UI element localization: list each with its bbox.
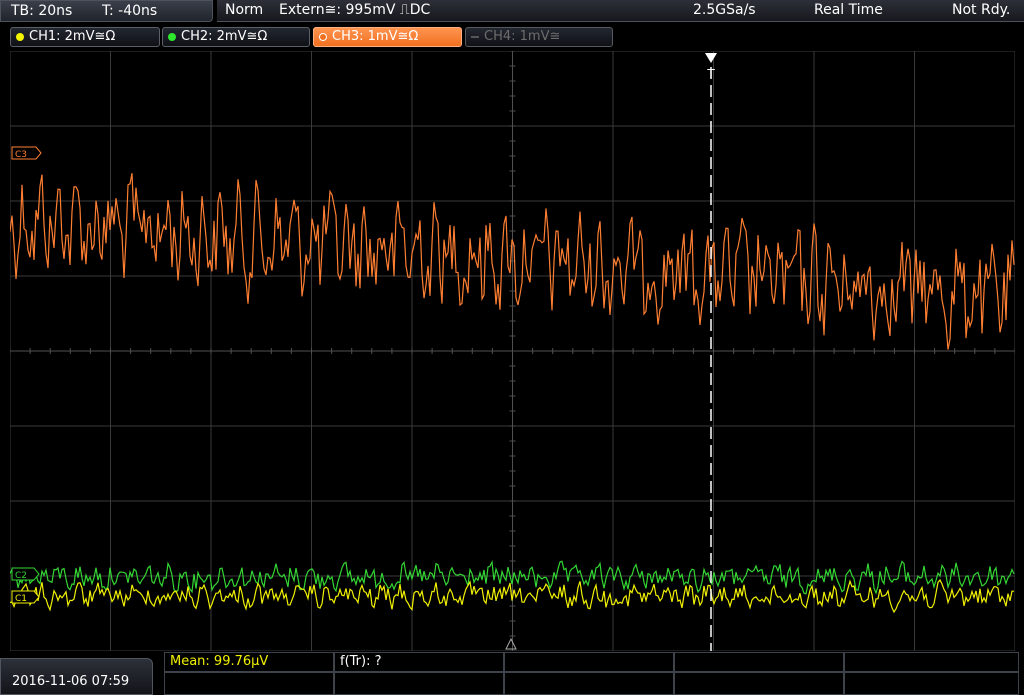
measurement-cell-empty-5[interactable] (334, 672, 504, 695)
status-label: Not Rdy. (952, 2, 1011, 18)
channel-1-button[interactable]: CH1: 2mV≅Ω (10, 27, 160, 47)
measurement-cell-mean[interactable]: Mean: 99.76µV (164, 652, 334, 672)
channel-3-indicator-icon (319, 33, 327, 41)
trigger-source-label: Extern≅: 995mV ⎍DC (279, 2, 431, 18)
bottom-bar: 2016-11-06 07:59 Mean: 99.76µV f(Tr): ? (0, 652, 1024, 695)
channel-3-button[interactable]: CH3: 1mV≅Ω (313, 27, 462, 47)
channel-3-marker-label: C3 (15, 150, 27, 160)
channel-2-indicator-icon (168, 33, 176, 41)
trigger-mode-label: Norm (225, 2, 264, 18)
timebase-label: TB: 20ns (11, 3, 73, 19)
measurement-cell-empty-2[interactable] (674, 652, 844, 672)
mean-measurement: Mean: 99.76µV (170, 654, 269, 669)
channel-1-label: CH1: 2mV≅Ω (29, 29, 116, 44)
measurement-cell-empty-7[interactable] (674, 672, 844, 695)
channel-bar: CH1: 2mV≅Ω CH2: 2mV≅Ω CH3: 1mV≅Ω CH4: 1m… (0, 24, 1024, 50)
channel-4-indicator-icon (471, 36, 479, 38)
datetime-panel[interactable]: 2016-11-06 07:59 (0, 658, 153, 695)
timebase-panel[interactable]: TB: 20ns T: -40ns (0, 0, 213, 22)
top-status-bar: TB: 20ns T: -40ns Norm Extern≅: 995mV ⎍D… (0, 0, 1024, 24)
channel-4-button[interactable]: CH4: 1mV≅ (465, 27, 613, 47)
channel-2-marker-label: C2 (15, 571, 27, 581)
trigger-marker-label: T (706, 67, 715, 81)
waveform-display[interactable]: T C3 C2 C1 (9, 50, 1016, 652)
measurement-table: Mean: 99.76µV f(Tr): ? (164, 652, 1024, 695)
display-mode-label: Real Time (814, 2, 883, 18)
channel-2-offset-marker[interactable]: C2 (11, 567, 40, 581)
trigger-time-label: T: -40ns (102, 3, 158, 19)
sample-rate-label: 2.5GSa/s (693, 2, 756, 18)
acquisition-panel[interactable]: Norm Extern≅: 995mV ⎍DC 2.5GSa/s Real Ti… (217, 0, 1024, 22)
channel-1-offset-marker[interactable]: C1 (11, 590, 40, 604)
measurement-cell-empty-8[interactable] (844, 672, 1019, 695)
measurement-cell-frequency[interactable]: f(Tr): ? (334, 652, 504, 672)
channel-1-indicator-icon (16, 33, 24, 41)
datetime-label: 2016-11-06 07:59 (12, 674, 130, 689)
measurement-cell-empty-4[interactable] (164, 672, 334, 695)
measurement-cell-empty-1[interactable] (504, 652, 674, 672)
channel-3-label: CH3: 1mV≅Ω (332, 29, 419, 44)
channel-1-marker-label: C1 (15, 594, 27, 604)
channel-2-label: CH2: 2mV≅Ω (181, 29, 268, 44)
measurement-cell-empty-3[interactable] (844, 652, 1019, 672)
waveform-canvas: T C3 C2 C1 (9, 50, 1016, 652)
channel-4-label: CH4: 1mV≅ (484, 29, 561, 44)
frequency-measurement: f(Tr): ? (340, 654, 382, 669)
measurement-cell-empty-6[interactable] (504, 672, 674, 695)
channel-2-button[interactable]: CH2: 2mV≅Ω (162, 27, 310, 47)
